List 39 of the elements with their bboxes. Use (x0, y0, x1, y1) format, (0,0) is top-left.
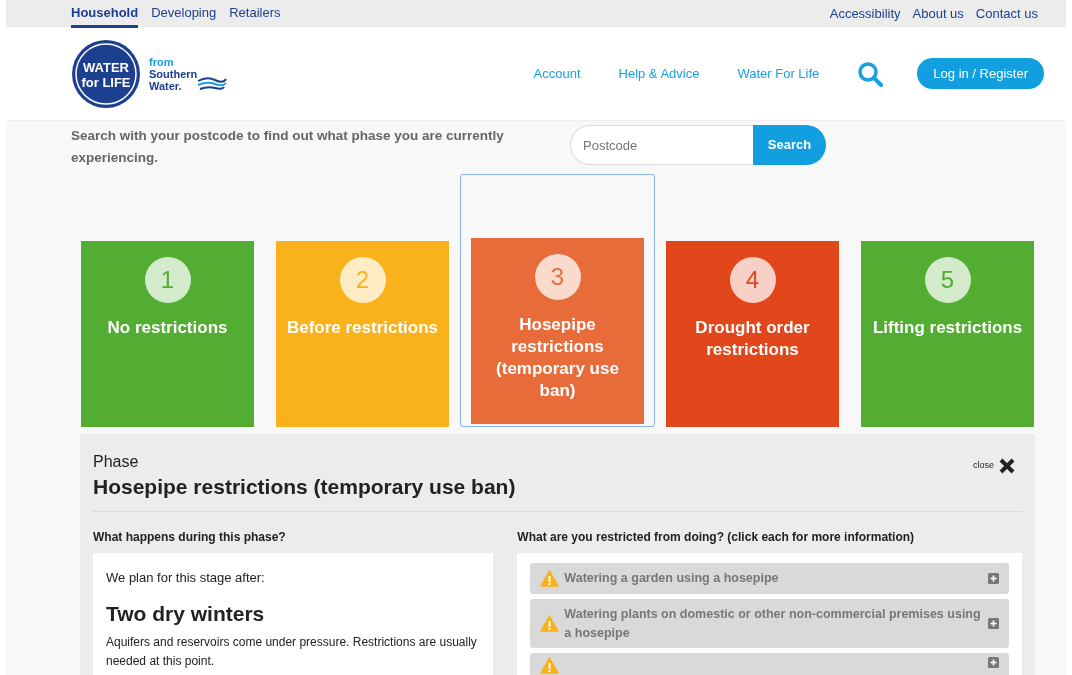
stage-subtitle: Two dry winters (106, 600, 266, 627)
phase-title: Hosepipe restrictions (temporary use ban) (93, 474, 517, 500)
login-button[interactable]: Log in / Register (917, 58, 1044, 89)
phase-tile[interactable]: 4 Drought order restrictions (666, 241, 839, 427)
menu-link[interactable]: Account (533, 63, 581, 84)
phase-number: 5 (924, 257, 971, 303)
phase-label: Lifting restrictions (871, 317, 1024, 339)
body-text: Aquifers and reservoirs come under pressure. Restrictions are usually needed at this point. (106, 634, 478, 671)
phase-label: Hosepipe restrictions (temporary use ban) (495, 314, 620, 402)
search-button[interactable]: Search (753, 125, 826, 165)
phase-number: 4 (729, 257, 776, 303)
nav-tab[interactable]: Developing (151, 0, 217, 29)
phase-number: 1 (144, 257, 191, 303)
accordion-item[interactable]: Watering plants on domestic or other non-commercial premises using a hosepipe (530, 598, 1009, 649)
menu-link[interactable]: Water For Life (737, 63, 820, 84)
menu-link[interactable]: Help & Advice (618, 63, 700, 84)
phase-label: Drought order restrictions (694, 317, 811, 361)
phase-tile[interactable]: 2 Before restrictions (276, 241, 449, 427)
phase-label: Before restrictions (285, 317, 440, 339)
phase-tile[interactable]: 5 Lifting restrictions (861, 241, 1034, 427)
utility-link[interactable]: Contact us (975, 3, 1038, 24)
search-prompt: Search with your postcode to find out what phase you are currently experiencing. (71, 127, 505, 167)
nav-tab[interactable]: Retailers (229, 0, 281, 29)
section-heading: What are you restricted from doing? (click each for more information) (517, 529, 916, 547)
phase-tile[interactable]: 1 No restrictions (81, 241, 254, 427)
intro-text: We plan for this stage after: (106, 569, 266, 588)
phase-number: 3 (534, 254, 581, 300)
accordion-item[interactable]: Watering a garden using a hosepipe (530, 563, 1009, 594)
utility-link[interactable]: About us (912, 3, 964, 24)
logo-badge[interactable]: WATER for LIFE (71, 38, 141, 109)
phase-label: No restrictions (106, 317, 229, 339)
phase-kicker: Phase (93, 452, 140, 472)
phase-tile[interactable]: 3 Hosepipe restrictions (temporary use ban) (471, 238, 644, 424)
phase-number: 2 (339, 257, 386, 303)
logo-tagline: from Southern Water. (149, 55, 198, 92)
section-heading: What happens during this phase? (93, 529, 287, 547)
close-button[interactable]: close (973, 454, 1016, 478)
utility-link[interactable]: Accessibility (829, 3, 901, 24)
postcode-field[interactable]: Postcode (570, 125, 753, 165)
